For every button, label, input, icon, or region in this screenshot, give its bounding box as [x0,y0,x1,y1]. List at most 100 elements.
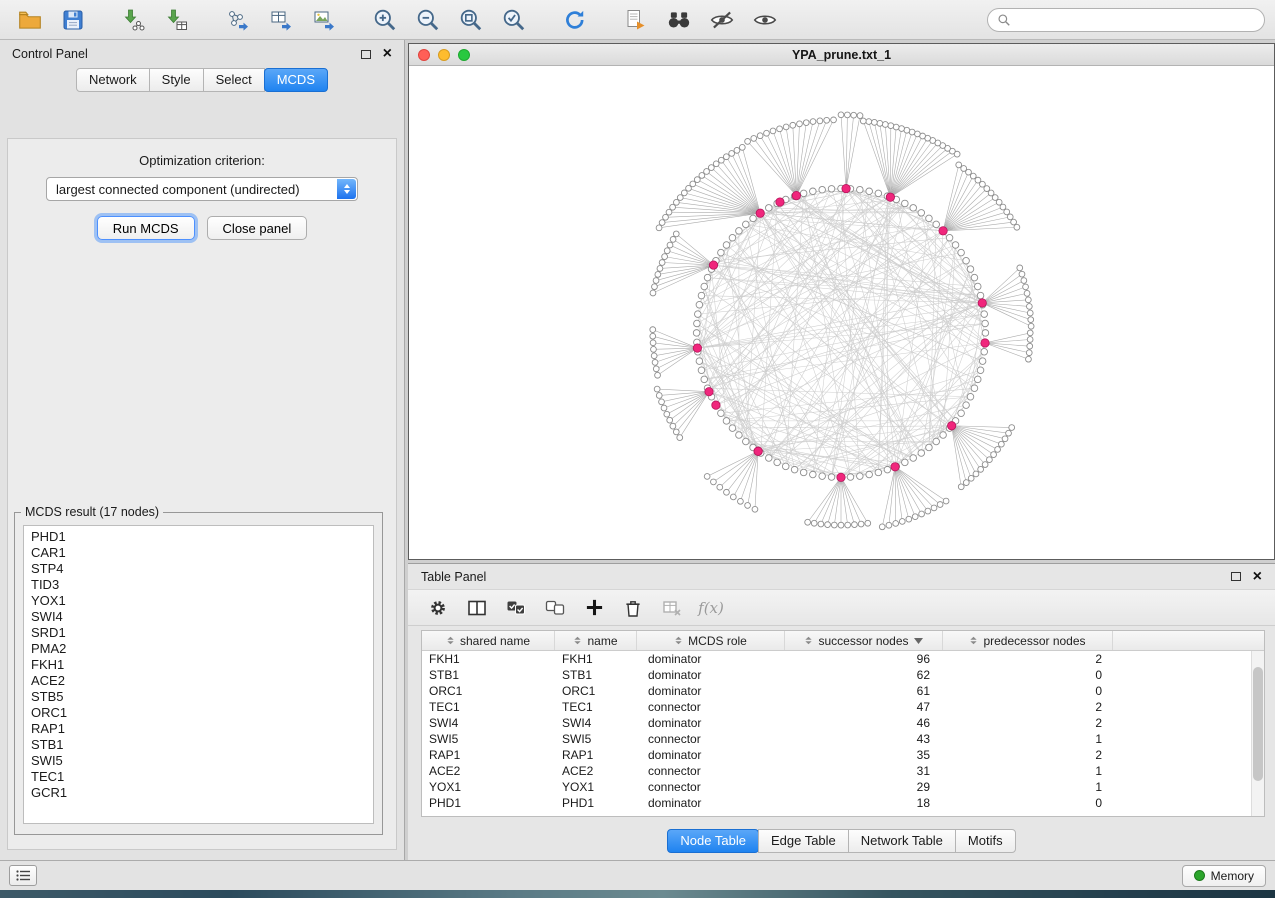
network-node[interactable] [893,521,899,527]
network-node[interactable] [666,209,672,215]
network-node[interactable] [745,139,751,145]
network-node[interactable] [745,503,751,509]
tab-mcds[interactable]: MCDS [264,68,328,92]
network-node[interactable] [774,459,781,466]
function-builder-button[interactable]: f(x) [699,596,723,620]
network-node[interactable] [670,204,676,210]
list-item[interactable]: ORC1 [31,705,366,721]
zoom-selected-button[interactable] [494,5,534,35]
network-node[interactable] [926,444,933,451]
network-node[interactable] [838,112,844,118]
network-node[interactable] [811,520,817,526]
import-table-button[interactable] [157,5,197,35]
network-node[interactable] [902,459,909,466]
network-node[interactable] [995,447,1001,453]
search-input[interactable] [1017,13,1255,27]
network-node[interactable] [981,311,988,318]
network-node[interactable] [943,498,949,504]
dominator-node[interactable] [947,422,955,430]
network-node[interactable] [857,473,864,480]
network-node[interactable] [656,393,662,399]
network-node[interactable] [718,410,725,417]
run-mcds-button[interactable]: Run MCDS [97,216,195,240]
list-item[interactable]: SWI5 [31,753,366,769]
close-panel-icon[interactable]: × [383,48,392,60]
network-node[interactable] [677,435,683,441]
column-header-predecessor-nodes[interactable]: predecessor nodes [943,631,1113,650]
network-node[interactable] [800,190,807,197]
table-row[interactable]: RAP1RAP1dominator352 [422,747,1251,763]
column-view-button[interactable] [465,596,489,620]
network-node[interactable] [1024,290,1030,296]
network-node[interactable] [718,157,724,163]
close-table-panel-icon[interactable]: × [1253,571,1262,583]
network-node[interactable] [963,480,969,486]
list-item[interactable]: STB1 [31,737,366,753]
network-svg[interactable] [409,66,1274,559]
network-node[interactable] [803,120,809,126]
network-node[interactable] [866,119,872,125]
network-node[interactable] [978,466,984,472]
network-node[interactable] [1027,310,1033,316]
network-node[interactable] [825,522,831,528]
hide-graphics-button[interactable] [702,5,742,35]
network-node[interactable] [926,215,933,222]
network-node[interactable] [717,484,723,490]
network-node[interactable] [918,210,925,217]
tab-style[interactable]: Style [149,68,204,92]
network-node[interactable] [961,166,967,172]
list-item[interactable]: GCR1 [31,785,366,801]
open-session-button[interactable] [10,5,50,35]
network-node[interactable] [910,455,917,462]
network-node[interactable] [831,117,837,123]
network-node[interactable] [738,498,744,504]
network-node[interactable] [971,274,978,281]
network-node[interactable] [963,402,970,409]
table-row[interactable]: SWI5SWI5connector431 [422,731,1251,747]
network-node[interactable] [650,333,656,339]
network-node[interactable] [698,367,705,374]
network-node[interactable] [1023,284,1029,290]
status-menu-button[interactable] [9,865,37,886]
select-all-columns-button[interactable] [504,596,528,620]
network-node[interactable] [650,327,656,333]
network-node[interactable] [877,120,883,126]
network-node[interactable] [819,186,826,193]
network-node[interactable] [857,186,864,193]
network-node[interactable] [884,466,891,473]
table-row[interactable]: FKH1FKH1dominator962 [422,651,1251,667]
dominator-node[interactable] [891,463,899,471]
network-node[interactable] [752,506,758,512]
network-node[interactable] [982,320,989,327]
network-node[interactable] [718,249,725,256]
network-node[interactable] [925,508,931,514]
network-node[interactable] [866,471,873,478]
network-node[interactable] [847,474,854,481]
float-table-panel-icon[interactable] [1231,572,1241,581]
network-node[interactable] [723,242,730,249]
network-node[interactable] [770,128,776,134]
list-item[interactable]: TID3 [31,577,366,593]
network-node[interactable] [652,360,658,366]
dominator-node[interactable] [939,227,947,235]
network-node[interactable] [974,376,981,383]
network-node[interactable] [711,479,717,485]
network-node[interactable] [844,112,850,118]
network-node[interactable] [963,257,970,264]
apply-layout-button[interactable] [555,5,595,35]
network-node[interactable] [910,205,917,212]
network-node[interactable] [729,234,736,241]
window-zoom-icon[interactable] [458,49,470,61]
create-column-button[interactable] [582,596,606,620]
network-node[interactable] [1026,304,1032,310]
network-node[interactable] [1028,323,1034,329]
network-node[interactable] [766,455,773,462]
network-node[interactable] [663,214,669,220]
network-node[interactable] [701,283,708,290]
dominator-node[interactable] [693,344,701,352]
export-image-button[interactable] [304,5,344,35]
network-node[interactable] [991,452,997,458]
network-node[interactable] [654,386,660,392]
network-node[interactable] [875,190,882,197]
table-scrollbar[interactable] [1251,651,1264,816]
